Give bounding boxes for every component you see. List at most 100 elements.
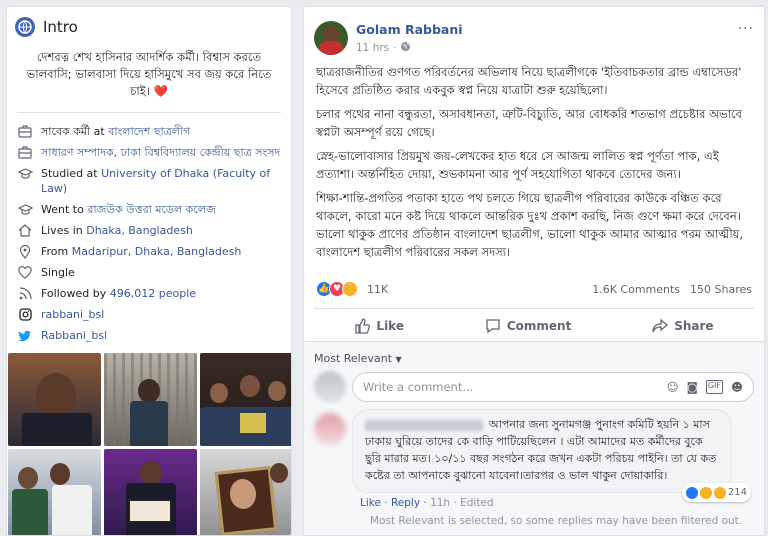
intro-item-link[interactable]: Dhaka, Bangladesh — [86, 224, 193, 237]
intro-item: Lives in Dhaka, Bangladesh — [7, 220, 291, 241]
comment-label: Comment — [506, 318, 572, 333]
intro-item-link[interactable]: rabbani_bsl — [41, 308, 104, 321]
like-label: Like — [376, 318, 404, 333]
intro-item-prefix: From — [41, 245, 72, 258]
commenter-name-blurred[interactable] — [365, 419, 483, 431]
author-name[interactable]: Golam Rabbani — [356, 22, 463, 37]
share-label: Share — [674, 318, 714, 333]
caret-down-icon: ▼ — [395, 355, 402, 364]
intro-item-prefix: Single — [41, 266, 75, 279]
comment-tools: ☺ ◙ GIF ☻ — [667, 380, 743, 394]
post-paragraph: ছাত্ররাজনীতির গুণগত পরিবর্তনের অভিলাষ নি… — [316, 65, 742, 97]
intro-bio: দেশরত্ন শেখ হাসিনার আদর্শিক কর্মী। বিশ্ব… — [7, 47, 291, 112]
sticker-icon[interactable]: ☻ — [731, 380, 743, 394]
intro-card: Intro দেশরত্ন শেখ হাসিনার আদর্শিক কর্মী।… — [6, 6, 292, 536]
comment-edited: Edited — [460, 497, 494, 509]
intro-details-list: সাবেক কর্মী at বাংলাদেশ ছাত্রলীগ সাধারণ স… — [7, 121, 291, 346]
intro-item-prefix: Followed by — [41, 287, 110, 300]
post-text: ছাত্ররাজনীতির গুণগত পরিবর্তনের অভিলাষ নি… — [304, 59, 764, 261]
intro-item-text: Lives in Dhaka, Bangladesh — [41, 223, 193, 238]
reaction-icons[interactable]: 👍 ♥ ˘ — [316, 281, 358, 297]
intro-item: Studied at University of Dhaka (Faculty … — [7, 163, 291, 199]
intro-item-text: Followed by 496,012 people — [41, 286, 196, 301]
intro-item-prefix: Went to — [41, 203, 88, 216]
intro-item-text: Single — [41, 265, 75, 280]
intro-item: From Madaripur, Dhaka, Bangladesh — [7, 241, 291, 262]
sad-reaction-icon — [713, 486, 726, 499]
intro-item-link[interactable]: সাধারণ সম্পাদক, ঢাকা বিশ্ববিদ্যালয় কেন্… — [41, 146, 280, 159]
graduation-cap-icon — [17, 202, 33, 217]
graduation-cap-icon — [17, 166, 33, 181]
post-stats: 👍 ♥ ˘ 11K 1.6K Comments 150 Shares — [304, 281, 764, 297]
rss-icon — [17, 286, 33, 301]
shares-count[interactable]: 150 Shares — [690, 283, 752, 296]
photo-2[interactable] — [104, 353, 197, 446]
comment-input[interactable]: Write a comment... ☺ ◙ GIF ☻ — [352, 372, 754, 402]
post-header: Golam Rabbani 11 hrs · — [304, 7, 764, 59]
comment-reaction-count: 214 — [727, 487, 747, 498]
photo-4[interactable] — [8, 449, 101, 535]
heart-emoji: ❤️ — [153, 84, 168, 98]
comments-count[interactable]: 1.6K Comments — [592, 283, 680, 296]
photo-6[interactable] — [200, 449, 291, 535]
commenter-avatar[interactable] — [314, 413, 346, 445]
briefcase-icon — [17, 145, 33, 160]
intro-item-text: rabbani_bsl — [41, 307, 104, 322]
comment-bubble-icon — [486, 318, 500, 333]
more-options-icon[interactable]: ··· — [738, 21, 754, 37]
photo-3[interactable] — [200, 353, 291, 446]
comment-reply-link[interactable]: Reply — [391, 497, 420, 509]
author-avatar[interactable] — [314, 21, 348, 55]
intro-item-prefix: Studied at — [41, 167, 102, 180]
divider — [17, 112, 281, 113]
comment-like-link[interactable]: Like — [360, 497, 381, 509]
intro-item: Rabbani_bsl — [7, 325, 291, 346]
comment-placeholder: Write a comment... — [363, 380, 474, 394]
public-globe-icon[interactable] — [400, 41, 411, 55]
camera-icon[interactable]: ◙ — [687, 380, 698, 394]
gif-icon[interactable]: GIF — [705, 380, 723, 394]
haha-reaction-icon — [699, 486, 712, 499]
sort-label: Most Relevant — [314, 352, 393, 365]
like-button[interactable]: Like — [354, 317, 404, 334]
filter-notice: Most Relevant is selected, so some repli… — [370, 515, 743, 527]
sad-reaction-icon: ˘ — [342, 281, 358, 297]
post-time[interactable]: 11 hrs — [356, 42, 389, 54]
separator-dot: · — [393, 41, 397, 54]
intro-item-prefix: সাবেক কর্মী at — [41, 125, 109, 138]
intro-item-prefix: Lives in — [41, 224, 87, 237]
comment-sort-dropdown[interactable]: Most Relevant ▼ — [304, 342, 764, 371]
share-arrow-icon — [652, 318, 669, 332]
comment-button[interactable]: Comment — [485, 318, 571, 334]
instagram-icon — [17, 307, 33, 322]
comment-bubble: আপনার জন্য সুনামগঞ্জ পুনাংগ কমিটি হয়নি … — [352, 409, 751, 502]
intro-item-text: সাবেক কর্মী at বাংলাদেশ ছাত্রলীগ — [41, 124, 190, 139]
heart-icon — [17, 265, 33, 280]
intro-item-link[interactable]: 496,012 people — [110, 287, 196, 300]
photo-5[interactable] — [104, 449, 197, 535]
intro-item-text: Studied at University of Dhaka (Faculty … — [41, 166, 281, 196]
emoji-icon[interactable]: ☺ — [667, 380, 679, 394]
post-paragraph: চলার পথের নানা বন্ধুরতা, অসাবধানতা, ত্রু… — [316, 107, 742, 139]
share-button[interactable]: Share — [652, 318, 714, 334]
reactions-count[interactable]: 11K — [367, 283, 388, 296]
intro-item: সাধারণ সম্পাদক, ঢাকা বিশ্ববিদ্যালয় কেন্… — [7, 142, 291, 163]
comment-reactions[interactable]: 214 — [681, 483, 751, 502]
intro-item-link[interactable]: Rabbani_bsl — [41, 329, 107, 342]
comment-time[interactable]: 11h — [430, 497, 450, 509]
intro-item: Went to রাজউক উত্তরা মডেল কলেজ — [7, 199, 291, 220]
intro-item-link[interactable]: রাজউক উত্তরা মডেল কলেজ — [87, 203, 216, 216]
intro-item-link[interactable]: বাংলাদেশ ছাত্রলীগ — [108, 125, 190, 138]
location-pin-icon — [17, 244, 33, 259]
like-reaction-icon — [685, 486, 698, 499]
post-paragraph: স্নেহ-ভালোবাসার প্রিয়মুখ জয়-লেখকের হাত… — [316, 149, 719, 181]
bio-text: দেশরত্ন শেখ হাসিনার আদর্শিক কর্মী। বিশ্ব… — [26, 50, 272, 98]
intro-item: সাবেক কর্মী at বাংলাদেশ ছাত্রলীগ — [7, 121, 291, 142]
intro-item-link[interactable]: Madaripur, Dhaka, Bangladesh — [72, 245, 242, 258]
photo-1[interactable] — [8, 353, 101, 446]
post-actions: Like Comment Share — [314, 308, 754, 342]
comments-section: Most Relevant ▼ Write a comment... ☺ ◙ G… — [303, 342, 765, 536]
home-icon — [17, 223, 33, 238]
globe-icon — [15, 17, 35, 37]
post-paragraph: শিক্ষা-শান্তি-প্রগতির পতাকা হাতে পথ চলতে… — [316, 191, 744, 259]
